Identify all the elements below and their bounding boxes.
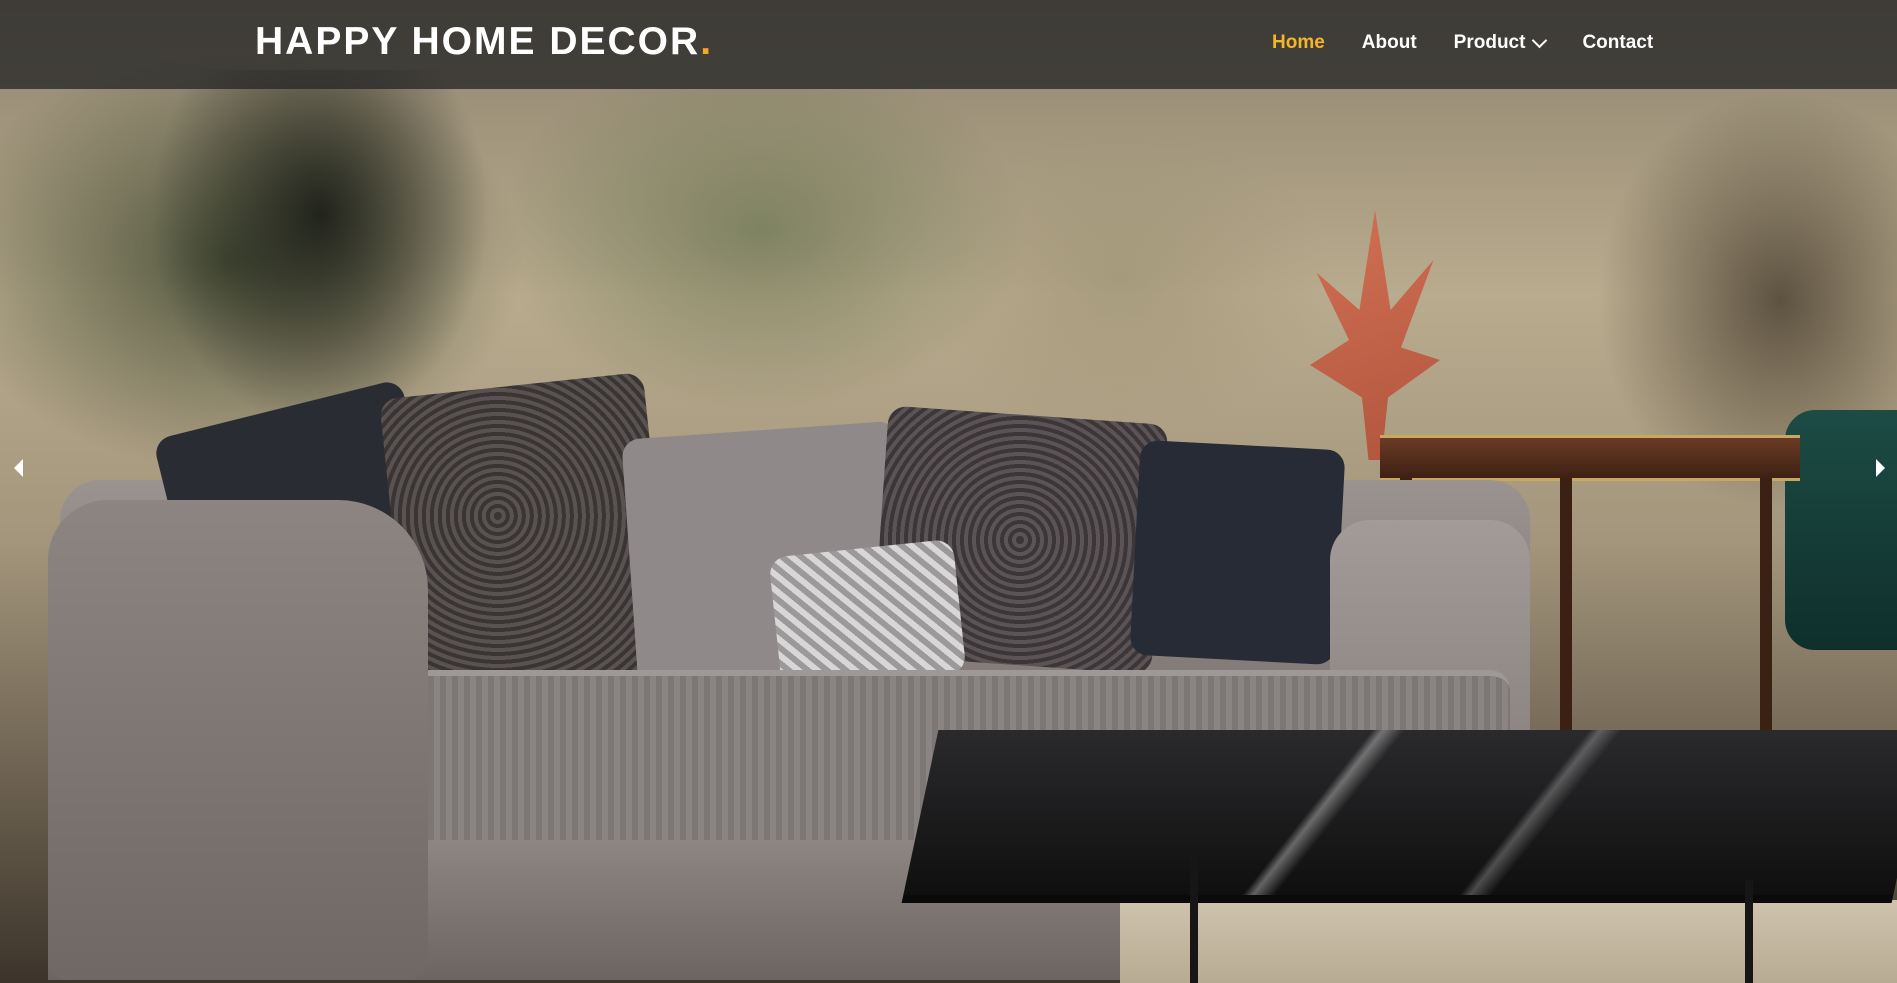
- hero-carousel: [0, 0, 1897, 983]
- pillow: [1129, 439, 1346, 666]
- nav-item-home[interactable]: Home: [1272, 32, 1325, 54]
- hero-coffee-table: [901, 730, 1897, 903]
- arrow-left-icon[interactable]: [14, 459, 23, 477]
- table-leg: [1745, 880, 1753, 983]
- console-leg: [1560, 478, 1572, 738]
- hero-sofa-arm-left: [48, 500, 428, 980]
- nav-item-label: Home: [1272, 32, 1325, 53]
- brand-dot: .: [700, 20, 714, 63]
- brand-logo[interactable]: HAPPY HOME DECOR.: [255, 20, 713, 64]
- nav-item-label: About: [1361, 32, 1417, 53]
- hero-rug: [1120, 900, 1897, 983]
- console-leg: [1760, 478, 1772, 758]
- arrow-right-icon[interactable]: [1876, 459, 1885, 477]
- nav-item-label: Contact: [1582, 32, 1654, 53]
- hero-foliage: [150, 70, 490, 430]
- nav-item-label: Product: [1453, 32, 1526, 53]
- nav-item-contact[interactable]: Contact: [1582, 32, 1653, 54]
- hero-console-table: [1380, 435, 1800, 481]
- navbar: HAPPY HOME DECOR. Home About Product Con…: [0, 0, 1897, 89]
- nav-item-product[interactable]: Product: [1453, 32, 1548, 54]
- hero-green-chair: [1785, 410, 1897, 650]
- main-nav: Home About Product Contact: [1272, 32, 1690, 54]
- chevron-down-icon: [1532, 32, 1548, 48]
- hero-red-plant: [1310, 210, 1440, 460]
- nav-item-about[interactable]: About: [1362, 32, 1417, 54]
- table-leg: [1190, 850, 1198, 983]
- brand-text: HAPPY HOME DECOR: [255, 20, 701, 63]
